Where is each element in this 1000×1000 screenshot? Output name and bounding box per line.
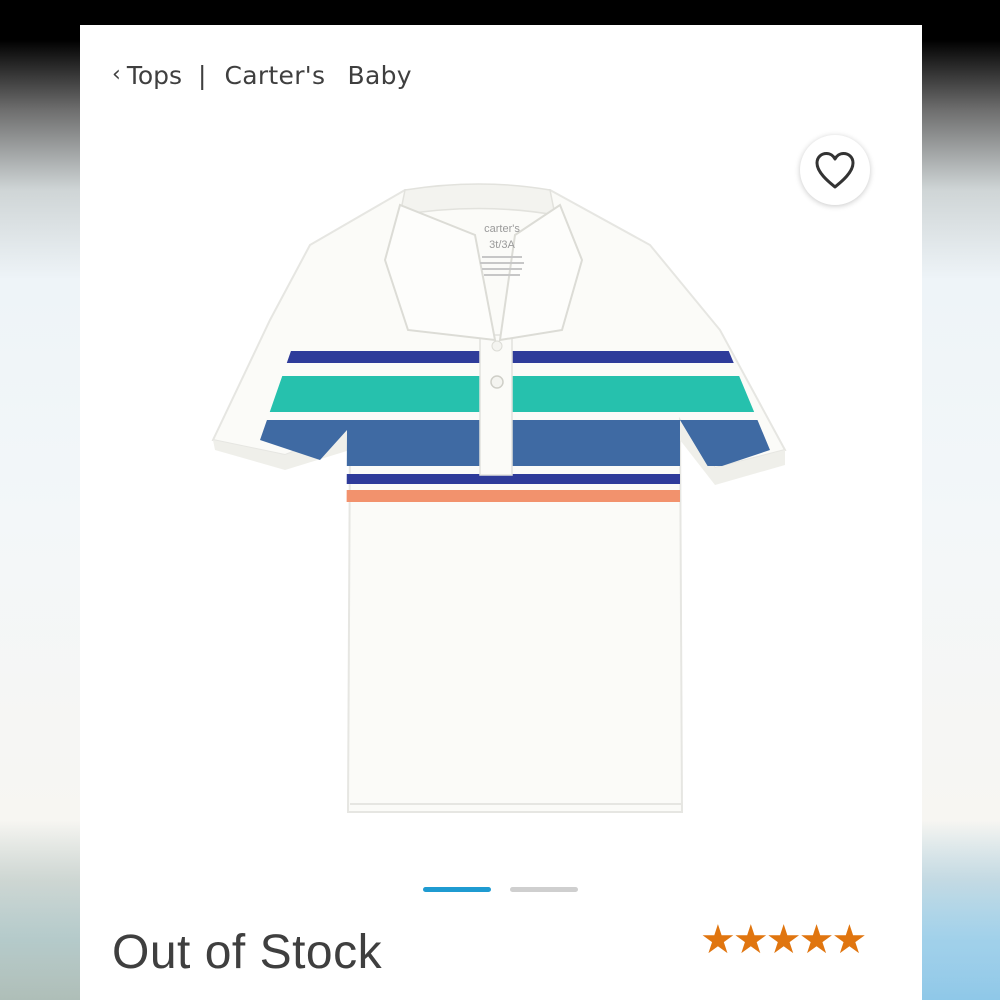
chevron-left-icon: ‹ [112, 61, 121, 87]
breadcrumb-separator: | [198, 60, 207, 90]
star-rating[interactable]: ★ ★ ★ ★ ★ [700, 917, 868, 963]
breadcrumb: ‹ Tops | Carter's Baby [112, 55, 412, 95]
shirt-button [490, 375, 504, 389]
brand-word: Baby [347, 60, 412, 90]
image-carousel-indicator [423, 887, 597, 892]
heart-outline-icon [815, 152, 855, 189]
carousel-dot-active[interactable] [423, 887, 491, 892]
brand-word: Carter's [224, 60, 326, 90]
star-icon: ★ [798, 917, 835, 963]
star-icon: ★ [700, 917, 736, 963]
backdrop-tint-right [920, 820, 1000, 1000]
shirt-tag-size: 3t/3A [489, 239, 515, 251]
back-to-tops-link[interactable]: ‹ Tops [112, 61, 182, 90]
star-icon: ★ [765, 917, 802, 963]
breadcrumb-brand-link[interactable]: Carter's Baby [224, 61, 411, 90]
back-label: Tops [126, 60, 183, 90]
backdrop-tint-left [0, 820, 80, 1000]
star-icon: ★ [732, 917, 769, 963]
product-image[interactable]: carter's 3t/3A [210, 150, 790, 820]
product-card: ‹ Tops | Carter's Baby carter's 3t/3A Ou… [80, 25, 922, 1000]
stock-status: Out of Stock [112, 926, 383, 979]
star-icon: ★ [831, 917, 868, 963]
shirt-tag-brand: carter's [484, 223, 520, 235]
carousel-dot[interactable] [510, 887, 578, 892]
favorite-button[interactable] [800, 135, 870, 205]
